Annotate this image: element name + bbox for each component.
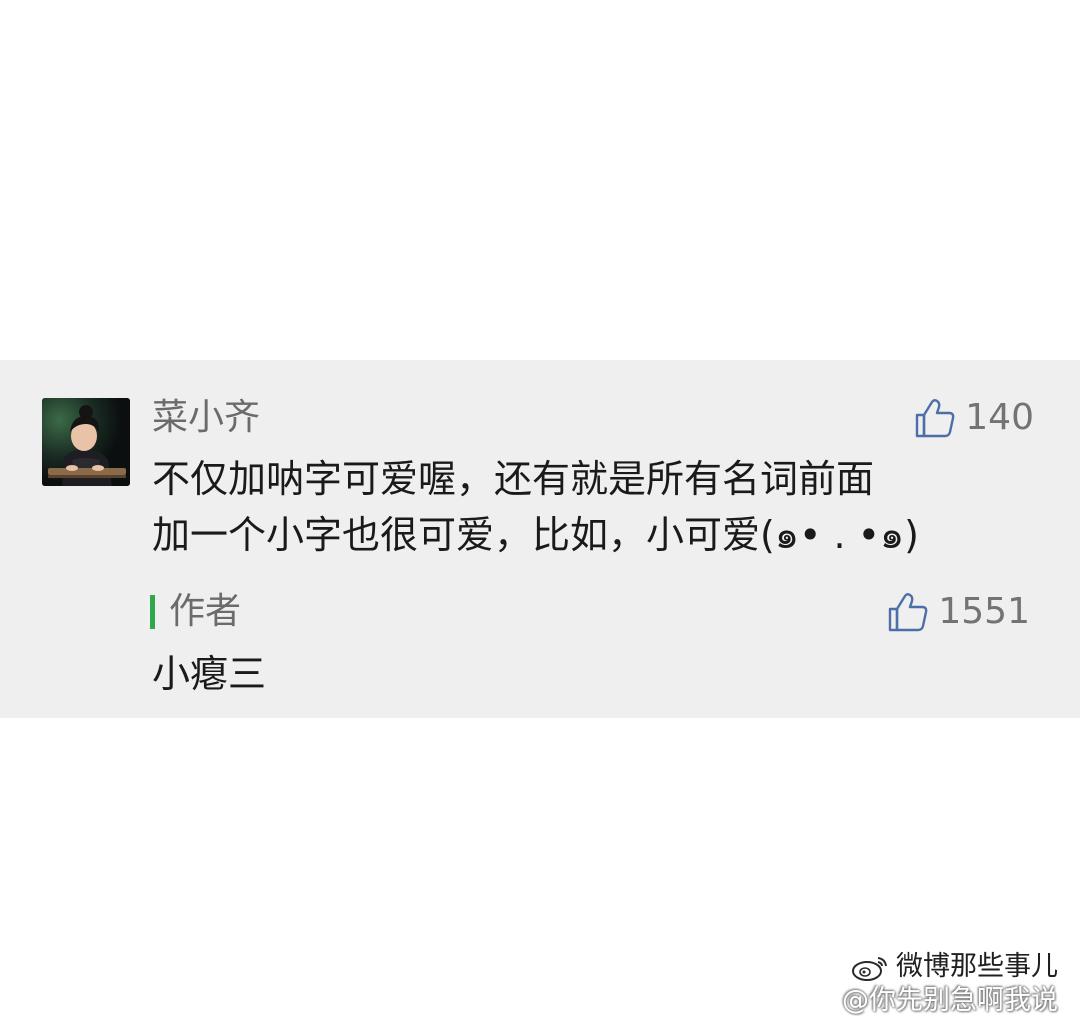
screenshot-page: 菜小齐 140 不仅加呐字可爱喔，还有就是所有名词前面 加一个小字也很可爱，比如… (0, 0, 1080, 1022)
comment-panel: 菜小齐 140 不仅加呐字可爱喔，还有就是所有名词前面 加一个小字也很可爱，比如… (0, 360, 1080, 718)
author-reply-text: 小瘪三 (152, 652, 267, 696)
author-indicator-bar (150, 595, 155, 629)
comment-text: 不仅加呐字可爱喔，还有就是所有名词前面 加一个小字也很可爱，比如，小可爱(๑• … (152, 451, 1022, 563)
comment-like-button[interactable]: 140 (913, 392, 1034, 444)
author-reply-header: 作者 (150, 584, 241, 640)
comment-like-count: 140 (965, 397, 1034, 438)
author-reply-like-count: 1551 (938, 591, 1030, 632)
watermark-handle-line: @你先别急啊我说 (842, 984, 1058, 1018)
author-reply-like-button[interactable]: 1551 (886, 586, 1030, 638)
watermark-account-line: 微博那些事儿 (850, 950, 1058, 984)
author-tag: 作者 (169, 591, 242, 632)
watermark: 微博那些事儿 @你先别急啊我说 (842, 950, 1058, 1018)
thumbs-up-icon (889, 593, 928, 632)
avatar[interactable] (42, 398, 130, 486)
comment-username[interactable]: 菜小齐 (152, 390, 260, 446)
watermark-account: 微博那些事儿 (896, 951, 1058, 982)
weibo-logo-icon (852, 957, 887, 981)
avatar-image (42, 398, 130, 486)
comment-text-line: 不仅加呐字可爱喔，还有就是所有名词前面 (152, 457, 875, 501)
comment-text-line: 加一个小字也很可爱，比如，小可爱(๑• . •๑) (152, 513, 919, 557)
watermark-handle: @你先别急啊我说 (842, 985, 1058, 1016)
thumbs-up-icon (916, 399, 955, 438)
